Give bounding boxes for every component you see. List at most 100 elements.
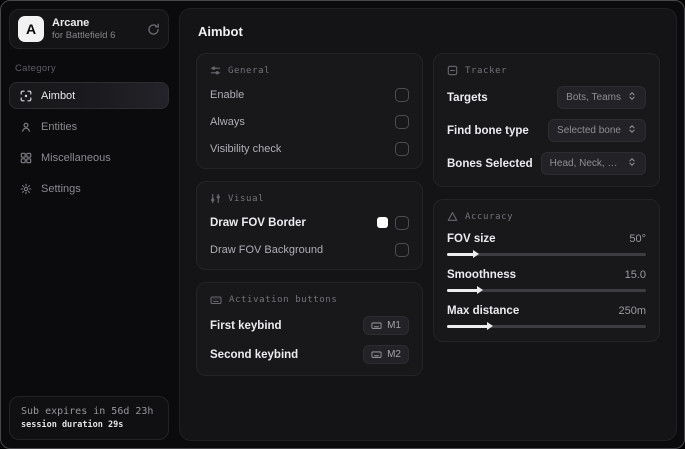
visual-card: Visual Draw FOV Border Draw FOV Backgrou… [196, 181, 423, 270]
targets-dropdown[interactable]: Bots, Teams [557, 86, 646, 109]
right-column: Tracker Targets Bots, Teams Find bone ty… [433, 53, 660, 342]
setting-label: Always [210, 115, 245, 128]
gear-icon [20, 183, 32, 195]
sidebar: A Arcane for Battlefield 6 Category Aimb… [1, 1, 177, 448]
triangle-icon [447, 211, 458, 222]
subscription-card: Sub expires in 56d 23h session duration … [9, 396, 169, 440]
accuracy-title: Accuracy [465, 211, 514, 222]
setting-label: Targets [447, 91, 488, 104]
app-window: A Arcane for Battlefield 6 Category Aimb… [0, 0, 685, 449]
session-duration: session duration 29s [21, 420, 124, 430]
setting-label: Draw FOV Border [210, 216, 306, 229]
unfold-icon [627, 157, 637, 170]
first-keybind-button[interactable]: M1 [363, 316, 409, 335]
grid-icon [20, 152, 32, 164]
keybind-value: M1 [387, 320, 401, 331]
general-card: General Enable Always Visibility check [196, 53, 423, 169]
app-titles: Arcane for Battlefield 6 [52, 17, 139, 42]
slider-fill [447, 325, 489, 328]
category-label: Category [15, 63, 56, 74]
sidebar-item-miscellaneous[interactable]: Miscellaneous [9, 144, 169, 171]
setting-label: Draw FOV Background [210, 243, 324, 256]
setting-row-second-keybind: Second keybind M2 [210, 345, 409, 364]
app-title: Arcane [52, 16, 90, 29]
activation-title: Activation buttons [229, 295, 338, 305]
crosshair-icon [20, 90, 32, 102]
keyboard-icon [371, 320, 382, 331]
unfold-icon [627, 91, 637, 104]
draw-fov-border-checkbox[interactable] [395, 215, 409, 230]
general-title: General [228, 65, 271, 76]
sidebar-item-label: Entities [41, 120, 78, 133]
setting-label: FOV size [447, 233, 496, 245]
sidebar-item-label: Miscellaneous [41, 151, 111, 164]
visual-title: Visual [228, 193, 265, 204]
person-scan-icon [20, 121, 32, 133]
setting-row-targets: Targets Bots, Teams [447, 86, 646, 109]
slider-thumb[interactable] [476, 286, 483, 294]
setting-label: Visibility check [210, 142, 282, 155]
dropdown-value: Selected bone [557, 125, 621, 136]
setting-row-bones-selected: Bones Selected Head, Neck, Body, Pe... [447, 152, 646, 175]
refresh-icon[interactable] [147, 23, 160, 36]
setting-label: Second keybind [210, 348, 299, 361]
always-checkbox[interactable] [395, 114, 409, 129]
setting-row-draw-fov-border: Draw FOV Border [210, 214, 409, 231]
left-column: General Enable Always Visibility check V… [196, 53, 423, 376]
keybind-value: M2 [387, 349, 401, 360]
setting-label: First keybind [210, 319, 282, 332]
main-area: Aimbot General Enable Always Visibility … [177, 1, 684, 448]
setting-row-max-distance: Max distance 250m [447, 305, 646, 330]
activation-card: Activation buttons First keybind M1 Seco… [196, 282, 423, 376]
setting-row-always: Always [210, 113, 409, 130]
sidebar-item-settings[interactable]: Settings [9, 175, 169, 202]
slider-thumb[interactable] [486, 322, 493, 330]
setting-label: Find bone type [447, 124, 529, 137]
setting-row-enable: Enable [210, 86, 409, 103]
smoothness-slider[interactable] [447, 286, 646, 294]
setting-label: Smoothness [447, 269, 517, 281]
sidebar-item-entities[interactable]: Entities [9, 113, 169, 140]
app-avatar: A [18, 16, 44, 42]
keyboard-icon [371, 349, 382, 360]
subscription-expiry: Sub expires in 56d 23h [21, 406, 154, 417]
sidebar-item-label: Settings [41, 182, 81, 195]
fov-border-color-swatch[interactable] [377, 217, 388, 228]
dropdown-value: Head, Neck, Body, Pe... [549, 158, 621, 169]
tracker-card: Tracker Targets Bots, Teams Find bone ty… [433, 53, 660, 187]
sliders-vertical-icon [210, 193, 221, 204]
keyboard-icon [210, 294, 222, 306]
slider-thumb[interactable] [472, 250, 479, 258]
setting-row-smoothness: Smoothness 15.0 [447, 269, 646, 294]
sidebar-item-aimbot[interactable]: Aimbot [9, 82, 169, 109]
setting-row-find-bone-type: Find bone type Selected bone [447, 119, 646, 142]
setting-label: Bones Selected [447, 157, 533, 170]
dropdown-value: Bots, Teams [566, 92, 621, 103]
fov-size-slider[interactable] [447, 250, 646, 258]
setting-row-draw-fov-background: Draw FOV Background [210, 241, 409, 258]
draw-fov-background-checkbox[interactable] [395, 242, 409, 257]
sidebar-item-label: Aimbot [41, 89, 76, 102]
bones-selected-dropdown[interactable]: Head, Neck, Body, Pe... [540, 152, 646, 175]
app-subtitle: for Battlefield 6 [52, 29, 116, 41]
setting-row-visibility-check: Visibility check [210, 140, 409, 157]
visibility-check-checkbox[interactable] [395, 141, 409, 156]
sidebar-nav: Aimbot Entities Miscellaneous Settings [9, 82, 169, 202]
setting-row-fov-size: FOV size 50° [447, 233, 646, 258]
slider-value: 250m [618, 305, 646, 317]
max-distance-slider[interactable] [447, 322, 646, 330]
find-bone-type-dropdown[interactable]: Selected bone [548, 119, 646, 142]
slider-value: 50° [629, 233, 646, 245]
setting-label: Enable [210, 88, 245, 101]
slider-fill [447, 253, 475, 256]
second-keybind-button[interactable]: M2 [363, 345, 409, 364]
slider-value: 15.0 [624, 269, 646, 281]
enable-checkbox[interactable] [395, 87, 409, 102]
slider-fill [447, 289, 479, 292]
accuracy-card: Accuracy FOV size 50° Smoothness 15.0 Ma… [433, 199, 660, 342]
unfold-icon [627, 124, 637, 137]
sliders-icon [210, 65, 221, 76]
main-panel: Aimbot General Enable Always Visibility … [179, 8, 677, 441]
app-logo-card: A Arcane for Battlefield 6 [9, 9, 169, 49]
